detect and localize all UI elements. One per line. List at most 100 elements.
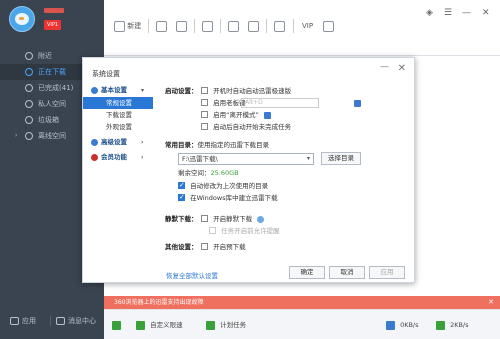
away-mode-option[interactable]: 启用“离开模式” bbox=[201, 110, 271, 121]
pre-download-checkbox[interactable] bbox=[201, 242, 208, 250]
settings-dialog: 系统设置 — ✕ 基本设置 ▾ 常规设置 下载设置 外观设置 高级设置 › 会员… bbox=[82, 57, 415, 283]
vip-button[interactable]: VIP bbox=[302, 19, 313, 33]
minimize-icon[interactable]: — bbox=[462, 8, 471, 18]
gear-icon bbox=[91, 87, 98, 94]
library-checkbox[interactable] bbox=[178, 192, 185, 203]
speedup-button[interactable] bbox=[323, 19, 334, 33]
sidebar-item-label: 已完成(41) bbox=[38, 84, 74, 92]
info-icon[interactable] bbox=[354, 100, 361, 107]
sidebar-item-label: 附近 bbox=[38, 52, 52, 60]
sidebar-item-label: 私人空间 bbox=[38, 100, 66, 108]
away-mode-label: 启用“离开模式” bbox=[213, 111, 259, 119]
upload-speed: 2KB/s bbox=[436, 320, 469, 330]
close-icon[interactable]: ✕ bbox=[482, 8, 490, 18]
silent-download-option[interactable]: 开启静默下载 bbox=[201, 214, 265, 225]
download-speed: 0KB/s bbox=[386, 320, 419, 330]
messages-label: 消息中心 bbox=[68, 317, 96, 325]
away-mode-checkbox[interactable] bbox=[201, 110, 208, 118]
divider bbox=[50, 316, 51, 326]
close-icon bbox=[228, 20, 239, 32]
new-task-button[interactable]: 新建 bbox=[114, 19, 141, 33]
minimize-icon[interactable]: — bbox=[380, 62, 389, 72]
upload-speed-value: 2KB/s bbox=[450, 321, 469, 329]
ok-button[interactable]: 确定 bbox=[289, 266, 325, 279]
close-icon[interactable]: ✕ bbox=[398, 63, 406, 74]
close-icon[interactable]: ✕ bbox=[488, 296, 494, 309]
skin-icon[interactable]: ◈ bbox=[426, 8, 433, 18]
check-circle-icon bbox=[25, 84, 33, 92]
share-icon bbox=[274, 20, 285, 32]
share-button[interactable] bbox=[274, 19, 285, 33]
cancel-button[interactable]: 取消 bbox=[329, 266, 365, 279]
schedule-button[interactable]: 计划任务 bbox=[206, 320, 246, 330]
divider bbox=[148, 19, 149, 33]
message-icon bbox=[56, 317, 65, 325]
apps-label: 应用 bbox=[22, 317, 36, 325]
cloud-icon bbox=[25, 132, 33, 140]
vip-label: VIP bbox=[302, 22, 314, 30]
pre-download-option[interactable]: 开启预下载 bbox=[201, 242, 246, 253]
clock-icon bbox=[206, 320, 215, 330]
divider bbox=[194, 19, 195, 33]
directory-hint: 使用指定的迅雷下载目录 bbox=[197, 141, 270, 149]
choose-directory-button[interactable]: 选择目录 bbox=[321, 152, 361, 165]
nav-group-label: 会员功能 bbox=[101, 153, 127, 161]
directory-section-label: 常用目录： bbox=[165, 141, 198, 149]
delete-button[interactable] bbox=[228, 19, 239, 33]
settings-content: 启动设置： 开机时自动启动迅雷极速版 启用老板键 Alt+D 启用“离开模式” … bbox=[165, 84, 405, 274]
resume-tasks-option[interactable]: 启动后自动开始未完成任务 bbox=[201, 122, 291, 133]
pause-button[interactable] bbox=[176, 19, 187, 33]
help-icon[interactable] bbox=[263, 111, 271, 119]
nav-group-basic[interactable]: 基本设置 ▾ bbox=[83, 84, 153, 97]
apps-button[interactable]: 应用 bbox=[10, 314, 36, 328]
library-option[interactable]: 在Windows库中建立迅雷下载 bbox=[178, 192, 278, 204]
hotkey-input[interactable]: Alt+D bbox=[241, 98, 319, 108]
autostart-option[interactable]: 开机时自动启动迅雷极速版 bbox=[201, 86, 291, 97]
chevron-down-icon: ▾ bbox=[306, 155, 310, 162]
info-icon[interactable] bbox=[257, 215, 265, 223]
vip-badge[interactable]: VIP1 bbox=[44, 20, 62, 30]
sidebar-item-label: 离线空间 bbox=[38, 132, 66, 140]
status-icon bbox=[112, 320, 121, 330]
silent-download-checkbox[interactable] bbox=[201, 214, 208, 222]
chevron-right-icon: › bbox=[141, 154, 144, 161]
boss-key-checkbox[interactable] bbox=[201, 98, 208, 106]
speed-mode-button[interactable]: 自定义限速 bbox=[136, 320, 183, 330]
download-speed-value: 0KB/s bbox=[400, 321, 419, 329]
open-folder-button[interactable] bbox=[248, 19, 259, 33]
menu-icon[interactable]: ☰ bbox=[444, 8, 452, 18]
chevron-right-icon[interactable]: › bbox=[15, 128, 17, 144]
free-space: 剩余空间：25.60GB bbox=[178, 168, 239, 179]
dialog-title: 系统设置 bbox=[92, 70, 120, 78]
notice-text[interactable]: 360浏览器上的迅雷支持出现故障 bbox=[114, 299, 203, 306]
restore-defaults-link[interactable]: 恢复全部默认设置 bbox=[166, 270, 218, 280]
user-name[interactable] bbox=[44, 8, 64, 13]
start-button[interactable] bbox=[156, 19, 167, 33]
avatar[interactable] bbox=[9, 6, 35, 32]
nav-item-general[interactable]: 常规设置 bbox=[83, 97, 153, 109]
resume-tasks-checkbox[interactable] bbox=[201, 122, 208, 130]
auto-modify-checkbox[interactable] bbox=[178, 180, 185, 191]
library-label: 在Windows库中建立迅雷下载 bbox=[190, 194, 278, 202]
grid-icon bbox=[10, 317, 19, 325]
priority-button[interactable] bbox=[202, 19, 213, 33]
speed-icon bbox=[136, 320, 145, 330]
free-space-value: 25.60GB bbox=[210, 169, 239, 177]
directory-select[interactable]: F:\迅雷下载\ ▾ bbox=[178, 153, 314, 165]
arrow-up-icon bbox=[436, 320, 445, 330]
nav-item-appearance[interactable]: 外观设置 bbox=[83, 121, 153, 133]
autostart-checkbox[interactable] bbox=[201, 86, 208, 94]
status-indicator[interactable] bbox=[112, 320, 124, 330]
silent-remind-label: 任务开启前允许提醒 bbox=[221, 227, 280, 235]
nav-group-advanced[interactable]: 高级设置 › bbox=[83, 136, 153, 149]
boss-key-option[interactable]: 启用老板键 Alt+D bbox=[201, 98, 401, 109]
message-center-button[interactable]: 消息中心 bbox=[56, 314, 96, 328]
nav-group-vip[interactable]: 会员功能 › bbox=[83, 151, 153, 164]
auto-modify-option[interactable]: 自动修改为上次使用的目录 bbox=[178, 180, 268, 192]
lock-icon bbox=[25, 100, 33, 108]
sidebar-item-label: 垃圾箱 bbox=[38, 116, 59, 124]
apply-button[interactable]: 应用 bbox=[369, 266, 405, 279]
divider bbox=[220, 19, 221, 33]
sidebar-footer: 应用 消息中心 bbox=[0, 314, 104, 328]
nav-item-download[interactable]: 下载设置 bbox=[83, 109, 153, 121]
